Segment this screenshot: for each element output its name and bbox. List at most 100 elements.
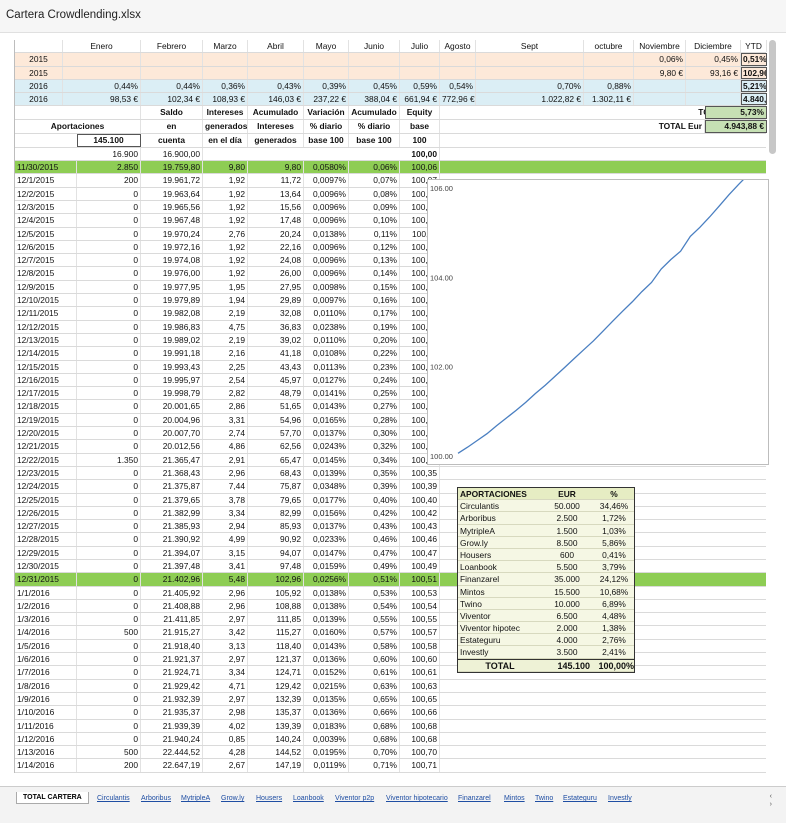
accum-interest-cell[interactable]: 85,93 — [248, 520, 304, 533]
month-value-cell[interactable] — [141, 66, 203, 79]
equity-cell[interactable]: 100,53 — [400, 586, 440, 599]
accum-interest-cell[interactable]: 147,19 — [248, 759, 304, 772]
saldo-cell[interactable]: 19.963,64 — [141, 187, 203, 200]
aport-cell[interactable]: 0 — [77, 427, 141, 440]
month-value-cell[interactable] — [203, 66, 248, 79]
sheet-tab[interactable]: Loanbook — [293, 795, 324, 802]
saldo-cell[interactable]: 21.397,48 — [141, 559, 203, 573]
accum-interest-cell[interactable]: 9,80 — [248, 161, 304, 174]
variation-cell[interactable]: 0,0119% — [304, 759, 349, 772]
saldo-cell[interactable]: 21.379,65 — [141, 493, 203, 506]
month-value-cell[interactable]: 0,45% — [349, 79, 400, 93]
accum-pct-cell[interactable]: 0,24% — [349, 373, 400, 387]
accum-pct-cell[interactable]: 0,68% — [349, 719, 400, 732]
accum-interest-cell[interactable]: 39,02 — [248, 333, 304, 347]
platform-name[interactable]: Estateguru — [458, 634, 542, 646]
saldo-header[interactable]: cuenta — [141, 133, 203, 147]
variation-cell[interactable]: 0,0138% — [304, 599, 349, 613]
interest-cell[interactable]: 2,97 — [203, 692, 248, 706]
month-header-cell[interactable]: Mayo — [304, 40, 349, 53]
aport-cell[interactable]: 0 — [77, 333, 141, 347]
accum-interest-cell[interactable]: 132,39 — [248, 692, 304, 706]
month-value-cell[interactable]: 0,43% — [248, 79, 304, 93]
ytd-cell[interactable]: 4.840,92 € — [741, 93, 767, 106]
acum-pct-header[interactable]: base 100 — [349, 133, 400, 147]
equity-cell[interactable]: 100,63 — [400, 679, 440, 692]
accum-pct-cell[interactable]: 0,09% — [349, 200, 400, 214]
acum-pct-header[interactable]: % diario — [349, 119, 400, 133]
saldo-cell[interactable]: 20.001,65 — [141, 400, 203, 413]
platform-name[interactable]: Twino — [458, 598, 542, 610]
variation-cell[interactable]: 0,0113% — [304, 360, 349, 373]
month-value-cell[interactable] — [203, 53, 248, 66]
variation-cell[interactable]: 0,0097% — [304, 294, 349, 307]
month-value-cell[interactable]: 98,53 € — [63, 93, 141, 106]
aportaciones-total[interactable]: 145.100 — [77, 133, 141, 147]
aport-cell[interactable]: 0 — [77, 387, 141, 400]
accum-interest-cell[interactable]: 129,42 — [248, 679, 304, 692]
ytd-cell[interactable]: 5,21% — [741, 79, 767, 93]
sheet-tab[interactable]: Housers — [256, 795, 282, 802]
saldo-cell[interactable]: 21.368,43 — [141, 466, 203, 480]
accum-pct-cell[interactable]: 0,06% — [349, 161, 400, 174]
aport-cell[interactable]: 200 — [77, 759, 141, 772]
ytd-cell[interactable]: 102,96 € — [741, 66, 767, 79]
month-value-cell[interactable] — [141, 53, 203, 66]
month-header-cell[interactable]: Noviembre — [634, 40, 686, 53]
accum-interest-cell[interactable]: 94,07 — [248, 546, 304, 559]
month-header-cell[interactable]: Junio — [349, 40, 400, 53]
acum-pct-header[interactable]: Acumulado — [349, 106, 400, 119]
interest-cell[interactable]: 3,34 — [203, 506, 248, 520]
acumulado-header[interactable]: generados — [248, 133, 304, 147]
saldo-cell[interactable]: 19.982,08 — [141, 307, 203, 320]
accum-interest-cell[interactable]: 97,48 — [248, 559, 304, 573]
vertical-scrollbar[interactable] — [769, 40, 776, 154]
interest-cell[interactable]: 4,28 — [203, 746, 248, 759]
aport-cell[interactable]: 0 — [77, 240, 141, 254]
accum-interest-cell[interactable]: 105,92 — [248, 586, 304, 599]
interest-cell[interactable]: 2,25 — [203, 360, 248, 373]
accum-pct-cell[interactable]: 0,16% — [349, 294, 400, 307]
pct-value[interactable]: 10,68% — [592, 586, 636, 598]
variation-cell[interactable]: 0,0136% — [304, 706, 349, 719]
interest-cell[interactable]: 2,97 — [203, 613, 248, 626]
accum-pct-cell[interactable]: 0,54% — [349, 599, 400, 613]
interest-cell[interactable]: 2,74 — [203, 427, 248, 440]
eur-value[interactable]: 35.000 — [542, 573, 592, 585]
saldo-cell[interactable]: 21.405,92 — [141, 586, 203, 599]
date-cell[interactable]: 1/6/2016 — [15, 653, 77, 666]
aport-cell[interactable]: 500 — [77, 626, 141, 639]
interest-cell[interactable]: 1,92 — [203, 254, 248, 267]
variation-cell[interactable]: 0,0165% — [304, 413, 349, 427]
equity-header[interactable]: base — [400, 119, 440, 133]
saldo-cell[interactable]: 21.929,42 — [141, 679, 203, 692]
accum-pct-cell[interactable]: 0,70% — [349, 746, 400, 759]
equity-cell[interactable]: 100,39 — [400, 480, 440, 493]
saldo-cell[interactable]: 22.647,19 — [141, 759, 203, 772]
accum-interest-cell[interactable]: 11,72 — [248, 174, 304, 187]
interest-cell[interactable]: 3,15 — [203, 546, 248, 559]
variation-cell[interactable]: 0,0156% — [304, 506, 349, 520]
variacion-header[interactable]: Variación — [304, 106, 349, 119]
interest-cell[interactable]: 1,94 — [203, 294, 248, 307]
saldo-cell[interactable]: 19.967,48 — [141, 214, 203, 227]
month-value-cell[interactable] — [349, 53, 400, 66]
variation-cell[interactable]: 0,0139% — [304, 613, 349, 626]
month-value-cell[interactable] — [400, 66, 440, 79]
cell[interactable] — [15, 106, 141, 119]
equity-cell[interactable]: 100,68 — [400, 719, 440, 732]
sheet-tab[interactable]: Mintos — [504, 795, 525, 802]
accum-pct-cell[interactable]: 0,68% — [349, 732, 400, 746]
variation-cell[interactable]: 0,0096% — [304, 214, 349, 227]
accum-interest-cell[interactable]: 27,95 — [248, 280, 304, 294]
month-value-cell[interactable] — [686, 93, 741, 106]
accum-pct-cell[interactable]: 0,14% — [349, 267, 400, 280]
date-cell[interactable]: 12/20/2015 — [15, 427, 77, 440]
total-eur-label[interactable]: TOTAL Eur — [634, 119, 705, 133]
month-value-cell[interactable]: 93,16 € — [686, 66, 741, 79]
month-header-cell[interactable]: octubre — [584, 40, 634, 53]
variation-cell[interactable]: 0,0183% — [304, 719, 349, 732]
aport-cell[interactable]: 16.900 — [77, 147, 141, 161]
date-cell[interactable]: 11/30/2015 — [15, 161, 77, 174]
month-value-cell[interactable]: 146,03 € — [248, 93, 304, 106]
